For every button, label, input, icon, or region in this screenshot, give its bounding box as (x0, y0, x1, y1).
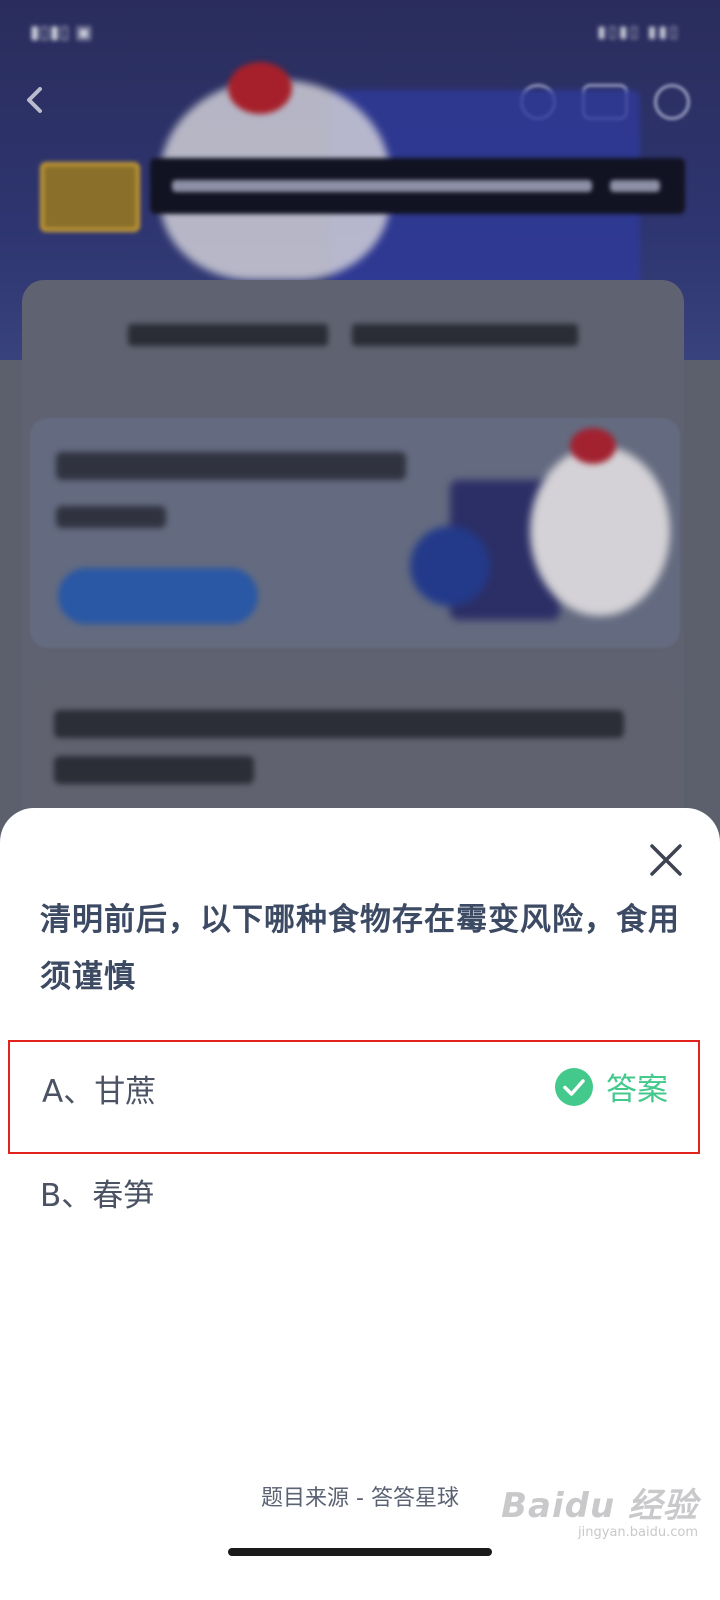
watermark-url: jingyan.baidu.com (578, 1525, 698, 1540)
settings-icon[interactable] (654, 84, 690, 120)
background-heading (128, 314, 578, 354)
option-a[interactable]: A、甘蔗 答案 (8, 1040, 700, 1154)
gift-icon[interactable] (40, 162, 140, 232)
background-card-promo (30, 418, 680, 648)
watermark-brand: Baidu 经验 (501, 1486, 698, 1526)
question-text: 清明前后，以下哪种食物存在霉变风险，食用须谨慎 (40, 902, 680, 995)
chick-comb (570, 428, 616, 464)
home-indicator[interactable] (228, 1548, 492, 1556)
status-bar-time: ▮▯▮▯ ▣ (30, 22, 93, 43)
globe-illustration (410, 526, 490, 606)
chick-illustration (530, 446, 670, 616)
check-icon (555, 1067, 593, 1106)
status-bar-indicators: ▮▯▮▯ ▮▮▯ (597, 22, 680, 41)
baidu-jingyan-watermark: Baidu 经验 jingyan.baidu.com (501, 1478, 698, 1540)
answer-badge: 答案 (554, 1064, 668, 1109)
option-b-label: B、春笋 (40, 1178, 155, 1214)
close-icon[interactable] (648, 842, 684, 878)
background-card-button (58, 568, 258, 624)
mascot-comb (228, 62, 292, 114)
notification-banner (150, 158, 685, 214)
option-a-label: A、甘蔗 (42, 1074, 157, 1110)
answer-badge-label: 答案 (606, 1072, 668, 1108)
option-b[interactable]: B、春笋 (8, 1170, 700, 1230)
back-icon[interactable] (22, 86, 50, 114)
